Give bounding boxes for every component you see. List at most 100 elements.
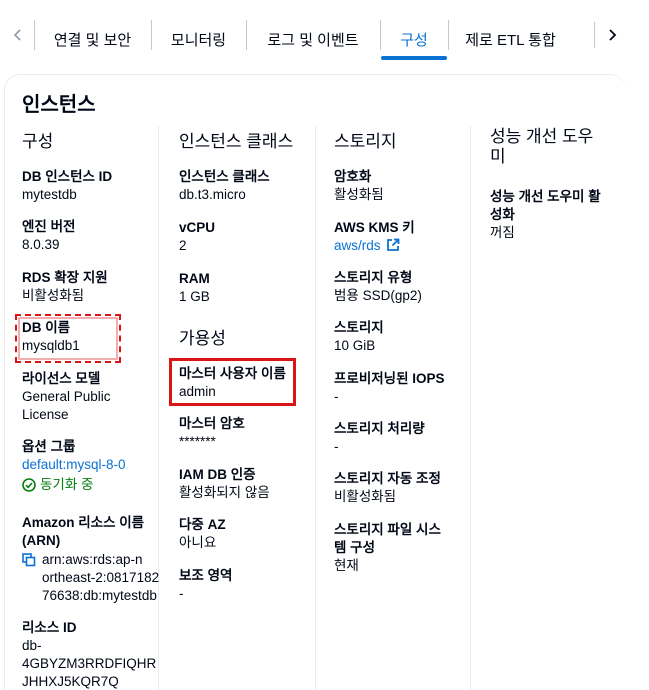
option-group-link[interactable]: default:mysql-8-0	[22, 456, 126, 474]
scroll-right-button[interactable]	[600, 22, 624, 48]
provisioned-iops: 프로비저닝된 IOPS -	[334, 370, 445, 406]
performance-insights-value: 꺼짐	[490, 225, 515, 240]
db-instance-id-label: DB 인스턴스 ID	[22, 169, 113, 184]
active-tab-indicator	[381, 56, 447, 60]
column-divider	[470, 126, 471, 690]
resource-id-value-line1: db-	[22, 638, 42, 653]
storage-autoscaling-label: 스토리지 자동 조정	[334, 471, 441, 486]
storage-filesystem-value: 현재	[334, 558, 359, 573]
storage-size: 스토리지 10 GiB	[334, 319, 384, 355]
rds-extended-support-label: RDS 확장 지원	[22, 270, 108, 285]
availability-heading: 가용성	[179, 329, 226, 348]
resource-id-value-line3: JHHXJ5KQR7Q	[22, 674, 119, 689]
storage-type-label: 스토리지 유형	[334, 270, 413, 285]
storage-filesystem-label-line2: 템 구성	[334, 540, 376, 555]
license-model-value-line2: License	[22, 407, 69, 422]
kms-key-row: aws/rds	[334, 237, 415, 255]
storage-autoscaling-value: 비활성화됨	[334, 489, 397, 504]
instance-class: 인스턴스 클래스 db.t3.micro	[179, 168, 270, 204]
check-circle-icon	[22, 478, 36, 492]
provisioned-iops-label: 프로비저닝된 IOPS	[334, 371, 445, 386]
arn: Amazon 리소스 이름 (ARN) arn:aws:rds:ap-n ort…	[22, 514, 159, 605]
rds-extended-support: RDS 확장 지원 비활성화됨	[22, 269, 108, 305]
arn-label-line2: (ARN)	[22, 533, 61, 548]
vcpu-value: 2	[179, 238, 187, 253]
arn-value-row: arn:aws:rds:ap-n ortheast-2:0817182 7663…	[22, 551, 159, 605]
ram-label: RAM	[179, 271, 210, 286]
resource-id-value-line2: 4GBYZM3RRDFIQHR	[22, 656, 157, 671]
tab-logs-events[interactable]: 로그 및 이벤트	[246, 18, 380, 60]
master-password: 마스터 암호 *******	[179, 415, 245, 451]
engine-version: 엔진 버전 8.0.39	[22, 218, 75, 254]
license-model-value-line1: General Public	[22, 389, 111, 404]
multi-az-label: 다중 AZ	[179, 517, 226, 532]
arn-value-line2: ortheast-2:0817182	[42, 570, 160, 585]
vcpu: vCPU 2	[179, 219, 215, 255]
secondary-zone-label: 보조 영역	[179, 568, 233, 583]
license-model: 라이선스 모델 General Public License	[22, 370, 111, 424]
performance-insights-label-line2: 성화	[490, 207, 515, 222]
arn-value-line1: arn:aws:rds:ap-n	[42, 552, 143, 567]
engine-version-label: 엔진 버전	[22, 219, 76, 234]
master-password-label: 마스터 암호	[179, 416, 245, 431]
storage-size-label: 스토리지	[334, 320, 384, 335]
storage-filesystem: 스토리지 파일 시스 템 구성 현재	[334, 521, 441, 575]
ram-value: 1 GB	[179, 289, 210, 304]
secondary-zone-value: -	[179, 586, 184, 601]
resource-id-label: 리소스 ID	[22, 620, 77, 635]
instance-class-heading: 인스턴스 클래스	[179, 132, 294, 151]
license-model-label: 라이선스 모델	[22, 371, 101, 386]
copy-icon[interactable]	[22, 553, 36, 567]
rds-extended-support-value: 비활성화됨	[22, 288, 85, 303]
tab-bar: 연결 및 보안 모니터링 로그 및 이벤트 구성 제로 ETL 통합	[0, 0, 649, 72]
instance-class-label: 인스턴스 클래스	[179, 169, 270, 184]
engine-version-value: 8.0.39	[22, 237, 60, 252]
external-link-icon[interactable]	[386, 238, 400, 252]
arn-label-line1: Amazon 리소스 이름	[22, 515, 145, 530]
tab-zero-etl[interactable]: 제로 ETL 통합	[448, 18, 573, 60]
performance-insights-label-line1: 성능 개선 도우미 활	[490, 189, 601, 204]
vcpu-label: vCPU	[179, 220, 216, 235]
chevron-right-icon	[609, 29, 617, 41]
panel-title: 인스턴스	[22, 94, 96, 116]
option-group-status: 동기화 중	[22, 476, 126, 494]
resource-id: 리소스 ID db- 4GBYZM3RRDFIQHR JHHXJ5KQR7Q	[22, 619, 156, 690]
tab-configuration[interactable]: 구성	[380, 18, 448, 60]
storage-autoscaling: 스토리지 자동 조정 비활성화됨	[334, 470, 441, 506]
option-group-status-text: 동기화 중	[40, 477, 94, 492]
provisioned-iops-value: -	[334, 389, 339, 404]
performance-heading-line2: 미	[490, 147, 506, 166]
kms-key-label: AWS KMS 키	[334, 220, 415, 235]
secondary-zone: 보조 영역 -	[179, 567, 232, 603]
multi-az: 다중 AZ 아니요	[179, 516, 226, 552]
iam-db-auth-label: IAM DB 인증	[179, 467, 256, 482]
tab-connectivity[interactable]: 연결 및 보안	[34, 18, 151, 60]
kms-key-link[interactable]: aws/rds	[334, 238, 381, 253]
performance-heading: 성능 개선 도우 미	[490, 127, 593, 167]
db-instance-id-value: mytestdb	[22, 187, 77, 202]
chevron-left-icon	[13, 29, 21, 41]
iam-db-auth-value: 활성화되지 않음	[179, 485, 270, 500]
kms-key: AWS KMS 키 aws/rds	[334, 219, 415, 255]
scroll-left-button[interactable]	[6, 22, 30, 48]
option-group-label: 옵션 그룹	[22, 439, 76, 454]
storage-type: 스토리지 유형 범용 SSD(gp2)	[334, 269, 422, 305]
storage-filesystem-label-line1: 스토리지 파일 시스	[334, 522, 441, 537]
arn-value-line3: 76638:db:mytestdb	[42, 588, 157, 603]
master-username-highlight	[169, 358, 296, 406]
storage-type-value: 범용 SSD(gp2)	[334, 288, 422, 303]
config-heading: 구성	[22, 132, 54, 151]
option-group: 옵션 그룹 default:mysql-8-0 동기화 중	[22, 438, 126, 494]
instance-class-value: db.t3.micro	[179, 187, 246, 202]
iam-db-auth: IAM DB 인증 활성화되지 않음	[179, 466, 270, 502]
encryption-label: 암호화	[334, 169, 372, 184]
column-divider	[158, 126, 159, 690]
encryption: 암호화 활성화됨	[334, 168, 384, 204]
storage-throughput: 스토리지 처리량 -	[334, 420, 425, 456]
column-divider	[315, 126, 316, 690]
db-name-highlight	[15, 314, 121, 363]
storage-heading: 스토리지	[334, 132, 397, 151]
db-instance-id: DB 인스턴스 ID mytestdb	[22, 168, 112, 204]
multi-az-value: 아니요	[179, 535, 217, 550]
tab-monitoring[interactable]: 모니터링	[151, 18, 246, 60]
